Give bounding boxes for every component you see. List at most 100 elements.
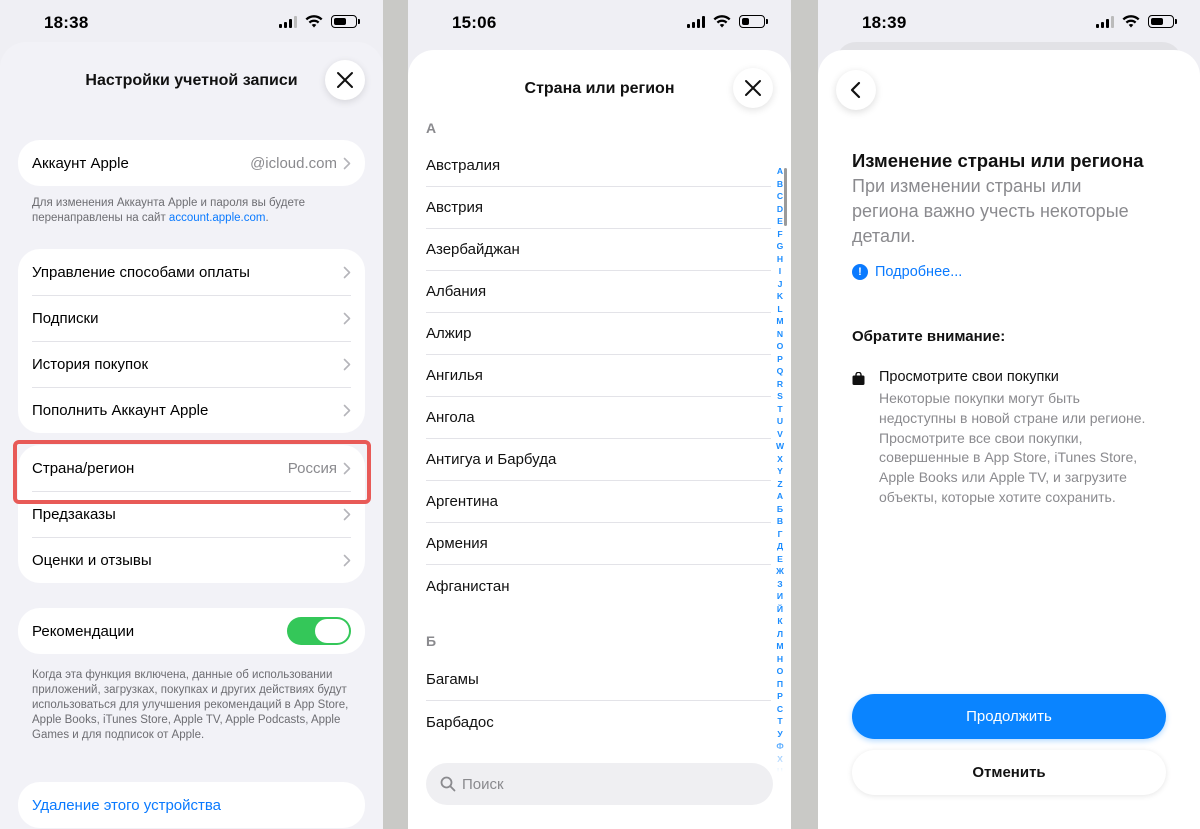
index-letter-latin[interactable]: N [777,328,783,341]
index-letter-cyrillic[interactable]: Л [777,628,783,641]
index-letter-cyrillic[interactable]: З [777,578,782,591]
index-letter-latin[interactable]: Y [777,465,783,478]
index-letter-cyrillic[interactable]: К [777,615,782,628]
country-item[interactable]: Алжир [426,313,771,355]
search-field[interactable]: Поиск [426,763,773,805]
index-letter-cyrillic[interactable]: М [776,640,783,653]
remove-device-link[interactable]: Удаление этого устройства [32,797,221,814]
account-group: Аккаунт Apple @icloud.com [18,140,365,186]
country-item[interactable]: Антигуа и Барбуда [426,439,771,481]
country-item[interactable]: Албания [426,271,771,313]
device-group: Удаление этого устройства [18,782,365,828]
account-settings-sheet: Настройки учетной записи Аккаунт Apple @… [0,42,383,829]
index-letter-latin[interactable]: U [777,415,783,428]
back-chevron-icon [850,81,861,99]
battery-icon [1148,15,1177,28]
index-letter-cyrillic[interactable]: Б [777,503,783,516]
index-letter-latin[interactable]: G [777,240,784,253]
battery-icon [739,15,768,28]
index-letter-cyrillic[interactable]: Е [777,553,783,566]
country-item[interactable]: Аргентина [426,481,771,523]
close-button[interactable] [325,60,365,100]
index-letter-cyrillic[interactable]: И [777,590,783,603]
index-letter-latin[interactable]: O [777,340,784,353]
attention-heading: Обратите внимание: [852,328,1006,345]
index-letter-cyrillic[interactable]: Р [777,690,783,703]
signal-icon [687,15,705,28]
index-letter-cyrillic[interactable]: Н [777,653,783,666]
chevron-right-icon [343,312,351,324]
cancel-button[interactable]: Отменить [852,750,1166,795]
index-letter-latin[interactable]: V [777,428,783,441]
index-letter-latin[interactable]: H [777,253,783,266]
index-letter-latin[interactable]: A [777,165,783,178]
index-letter-cyrillic[interactable]: В [777,515,783,528]
remove-device-row[interactable]: Удаление этого устройства [18,782,365,828]
index-letter-latin[interactable]: B [777,178,783,191]
index-letter-latin[interactable]: R [777,378,783,391]
chevron-right-icon [343,404,351,416]
payment-methods-row[interactable]: Управление способами оплаты [18,249,365,295]
index-letter-latin[interactable]: M [776,315,783,328]
status-time: 18:39 [862,13,907,32]
index-letter-latin[interactable]: C [777,190,783,203]
index-letter-cyrillic[interactable]: Д [777,540,783,553]
country-item[interactable]: Ангола [426,397,771,439]
index-letter-latin[interactable]: Q [777,365,784,378]
search-icon [440,776,456,792]
wifi-icon [1122,15,1140,28]
status-bar: 18:39 [818,0,1200,44]
account-apple-link[interactable]: account.apple.com [169,212,266,224]
index-letter-latin[interactable]: J [778,278,783,291]
index-letter-cyrillic[interactable]: Г [778,528,783,541]
index-letter-latin[interactable]: Z [777,478,782,491]
index-letter-latin[interactable]: S [777,390,783,403]
country-item[interactable]: Австралия [426,145,771,187]
recommendations-row: Рекомендации [18,608,365,654]
row-label: Подписки [32,309,99,327]
country-item[interactable]: Азербайджан [426,229,771,271]
index-letter-cyrillic[interactable]: П [777,678,783,691]
index-letter-cyrillic[interactable]: С [777,703,783,716]
continue-button[interactable]: Продолжить [852,694,1166,739]
back-button[interactable] [836,70,876,110]
account-apple-row[interactable]: Аккаунт Apple @icloud.com [18,140,365,186]
row-label: Рекомендации [32,622,135,640]
index-letter-latin[interactable]: W [776,440,784,453]
change-region-sheet: Изменение страны или региона При изменен… [818,50,1200,829]
index-letter-latin[interactable]: P [777,353,783,366]
index-letter-latin[interactable]: T [777,403,782,416]
country-item[interactable]: Ангилья [426,355,771,397]
search-area: Поиск [408,734,791,829]
index-letter-latin[interactable]: E [777,215,783,228]
search-placeholder: Поиск [462,775,504,793]
index-letter-latin[interactable]: I [779,265,781,278]
ratings-reviews-row[interactable]: Оценки и отзывы [18,537,365,583]
close-button[interactable] [733,68,773,108]
country-item[interactable]: Афганистан [426,565,771,607]
change-region-screen: 18:39 Изменение страны или региона При и… [818,0,1200,829]
index-letter-latin[interactable]: F [777,228,782,241]
index-letter-latin[interactable]: D [777,203,783,216]
country-item[interactable]: Багамы [426,659,771,701]
learn-more-link[interactable]: ! Подробнее... [852,264,962,280]
top-up-account-row[interactable]: Пополнить Аккаунт Apple [18,387,365,433]
close-icon [337,72,353,88]
index-letter-latin[interactable]: K [777,290,783,303]
alphabet-index[interactable]: ABCDEFGHIJKLMNOPQRSTUVWXYZАБВГДЕЖЗИЙКЛМН… [773,165,787,829]
index-letter-cyrillic[interactable]: Й [777,603,783,616]
index-letter-cyrillic[interactable]: А [777,490,783,503]
index-letter-cyrillic[interactable]: Т [777,715,782,728]
index-letter-cyrillic[interactable]: О [777,665,784,678]
purchase-history-row[interactable]: История покупок [18,341,365,387]
index-letter-latin[interactable]: L [777,303,782,316]
row-label: Аккаунт Apple [32,154,129,172]
row-label: Пополнить Аккаунт Apple [32,401,209,419]
recommendations-toggle[interactable] [287,617,351,645]
chevron-right-icon [343,554,351,566]
subscriptions-row[interactable]: Подписки [18,295,365,341]
index-letter-latin[interactable]: X [777,453,783,466]
country-item[interactable]: Армения [426,523,771,565]
index-letter-cyrillic[interactable]: Ж [776,565,784,578]
country-item[interactable]: Австрия [426,187,771,229]
